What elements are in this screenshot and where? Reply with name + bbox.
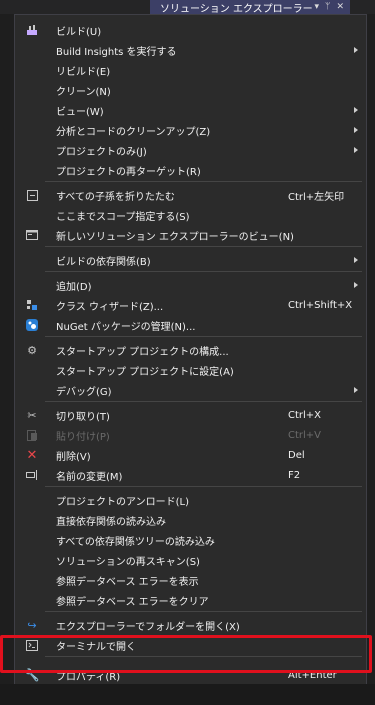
menu-item-delete[interactable]: ✕ 削除(V) Del [15, 445, 366, 465]
menu-item-load-all-deps[interactable]: すべての依存関係ツリーの読み込み [15, 530, 366, 550]
menu-item-label: ビュー(W) [56, 106, 104, 118]
menu-item-project-only[interactable]: プロジェクトのみ(J) [15, 140, 366, 160]
menu-item-scope-to-this[interactable]: ここまでスコープ指定する(S) [15, 205, 366, 225]
bottom-strip [0, 684, 375, 705]
menu-item-nuget[interactable]: NuGet パッケージの管理(N)... [15, 315, 366, 335]
class-wizard-icon [25, 298, 39, 312]
menu-item-label: ビルド(U) [56, 26, 102, 38]
menu-item-label: すべての子孫を折りたたむ [56, 191, 175, 203]
menu-item-label: プロジェクトのみ(J) [56, 146, 147, 158]
menu-item-rescan-solution[interactable]: ソリューションの再スキャン(S) [15, 550, 366, 570]
menu-item-shortcut: F2 [288, 469, 301, 481]
menu-item-analyze-cleanup[interactable]: 分析とコードのクリーンアップ(Z) [15, 120, 366, 140]
menu-item-label: プロジェクトの再ターゲット(R) [56, 166, 201, 178]
menu-item-label: ソリューションの再スキャン(S) [56, 556, 200, 568]
menu-item-label: 直接依存関係の読み込み [56, 516, 166, 528]
menu-item-unload-project[interactable]: プロジェクトのアンロード(L) [15, 490, 366, 510]
build-icon [25, 23, 39, 37]
submenu-arrow-icon [354, 147, 358, 153]
submenu-arrow-icon [354, 257, 358, 263]
new-view-icon [25, 228, 39, 242]
menu-item-add[interactable]: 追加(D) [15, 275, 366, 295]
menu-item-label: プロジェクトのアンロード(L) [56, 496, 189, 508]
menu-item-label: 削除(V) [56, 451, 91, 463]
delete-icon: ✕ [26, 447, 38, 463]
submenu-arrow-icon [354, 387, 358, 393]
context-menu: ビルド(U) Build Insights を実行する リビルド(E) クリーン… [14, 14, 367, 700]
submenu-arrow-icon [354, 127, 358, 133]
menu-item-collapse-all[interactable]: すべての子孫を折りたたむ Ctrl+左矢印 [15, 185, 366, 205]
menu-item-new-explorer-view[interactable]: 新しいソリューション エクスプローラーのビュー(N) [15, 225, 366, 245]
menu-item-label: スタートアップ プロジェクトに設定(A) [56, 366, 234, 378]
menu-item-retarget[interactable]: プロジェクトの再ターゲット(R) [15, 160, 366, 180]
menu-separator [45, 486, 362, 487]
submenu-arrow-icon [354, 107, 358, 113]
menu-item-label: クリーン(N) [56, 86, 111, 98]
menu-item-class-wizard[interactable]: クラス ウィザード(Z)... Ctrl+Shift+X [15, 295, 366, 315]
menu-item-build-dependencies[interactable]: ビルドの依存関係(B) [15, 250, 366, 270]
menu-item-load-direct-deps[interactable]: 直接依存関係の読み込み [15, 510, 366, 530]
properties-highlight-box [0, 635, 372, 673]
paste-icon [25, 428, 39, 442]
menu-item-label: NuGet パッケージの管理(N)... [56, 321, 196, 333]
menu-item-label: スタートアップ プロジェクトの構成... [56, 346, 229, 358]
menu-separator [45, 611, 362, 612]
menu-item-label: リビルド(E) [56, 66, 111, 78]
close-icon[interactable]: ✕ [336, 2, 344, 12]
menu-item-label: 貼り付け(P) [56, 431, 110, 443]
menu-item-label: ここまでスコープ指定する(S) [56, 211, 190, 223]
menu-item-shortcut: Ctrl+V [288, 429, 322, 441]
menu-item-label: すべての依存関係ツリーの読み込み [56, 536, 215, 548]
submenu-arrow-icon [354, 47, 358, 53]
menu-item-rename[interactable]: 名前の変更(M) F2 [15, 465, 366, 485]
left-pane [0, 14, 10, 705]
menu-item-label: 新しいソリューション エクスプローラーのビュー(N) [56, 231, 294, 243]
menu-item-label: ビルドの依存関係(B) [56, 256, 151, 268]
menu-item-build-insights[interactable]: Build Insights を実行する [15, 40, 366, 60]
menu-item-rebuild[interactable]: リビルド(E) [15, 60, 366, 80]
menu-item-label: 分析とコードのクリーンアップ(Z) [56, 126, 211, 138]
solution-explorer-titlebar: ソリューション エクスプローラー ▾ ᛘ ✕ [150, 0, 350, 14]
menu-item-paste[interactable]: 貼り付け(P) Ctrl+V [15, 425, 366, 445]
open-folder-icon: ↪ [27, 618, 37, 632]
menu-item-label: 名前の変更(M) [56, 471, 123, 483]
dropdown-icon[interactable]: ▾ [315, 2, 320, 12]
pin-icon[interactable]: ᛘ [325, 2, 330, 12]
menu-item-shortcut: Ctrl+Shift+X [288, 299, 353, 311]
menu-item-clean[interactable]: クリーン(N) [15, 80, 366, 100]
menu-item-label: エクスプローラーでフォルダーを開く(X) [56, 621, 240, 633]
menu-item-cut[interactable]: ✂ 切り取り(T) Ctrl+X [15, 405, 366, 425]
cut-icon: ✂ [27, 408, 37, 422]
rename-icon [25, 468, 39, 482]
menu-separator [45, 336, 362, 337]
menu-item-debug[interactable]: デバッグ(G) [15, 380, 366, 400]
menu-item-open-in-explorer[interactable]: ↪ エクスプローラーでフォルダーを開く(X) [15, 615, 366, 635]
menu-item-label: 追加(D) [56, 281, 92, 293]
menu-item-label: デバッグ(G) [56, 386, 112, 398]
solution-explorer-title: ソリューション エクスプローラー [160, 3, 313, 15]
menu-item-clear-db-errors[interactable]: 参照データベース エラーをクリア [15, 590, 366, 610]
menu-item-view[interactable]: ビュー(W) [15, 100, 366, 120]
menu-separator [45, 246, 362, 247]
menu-item-shortcut: Del [288, 449, 305, 461]
menu-separator [45, 181, 362, 182]
menu-separator [45, 271, 362, 272]
menu-item-show-db-errors[interactable]: 参照データベース エラーを表示 [15, 570, 366, 590]
menu-item-label: 参照データベース エラーを表示 [56, 576, 199, 588]
nuget-icon [25, 318, 39, 332]
menu-item-build[interactable]: ビルド(U) [15, 20, 366, 40]
menu-item-shortcut: Ctrl+X [288, 409, 322, 421]
menu-item-label: Build Insights を実行する [56, 46, 177, 58]
menu-separator [45, 401, 362, 402]
menu-item-shortcut: Ctrl+左矢印 [288, 191, 345, 203]
submenu-arrow-icon [354, 282, 358, 288]
collapse-icon [25, 188, 39, 202]
menu-item-configure-startup[interactable]: ⚙ スタートアップ プロジェクトの構成... [15, 340, 366, 360]
menu-item-label: 切り取り(T) [56, 411, 110, 423]
menu-item-label: 参照データベース エラーをクリア [56, 596, 209, 608]
menu-item-set-startup[interactable]: スタートアップ プロジェクトに設定(A) [15, 360, 366, 380]
gear-icon: ⚙ [27, 343, 37, 357]
menu-item-label: クラス ウィザード(Z)... [56, 301, 164, 313]
